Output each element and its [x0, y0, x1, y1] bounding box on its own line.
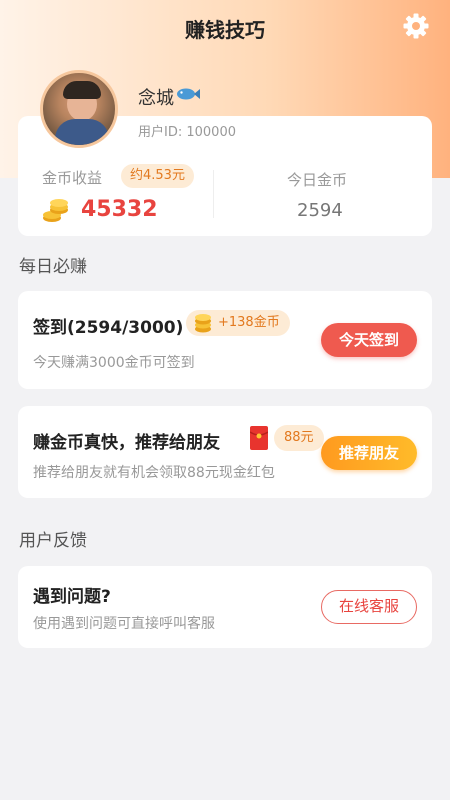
- red-packet-icon: [249, 426, 269, 450]
- checkin-title: 签到(2594/3000): [33, 318, 184, 338]
- section-title-feedback: 用户反馈: [19, 531, 87, 551]
- recommend-bonus-badge: 88元: [274, 425, 324, 451]
- checkin-button[interactable]: 今天签到: [321, 323, 417, 357]
- checkin-bonus-badge: +138金币: [186, 310, 290, 336]
- approx-value-badge: 约4.53元: [121, 164, 194, 188]
- recommend-card: 赚金币真快，推荐给朋友 88元 推荐给朋友就有机会领取88元现金红包 推荐朋友: [18, 406, 432, 498]
- recommend-button[interactable]: 推荐朋友: [321, 436, 417, 470]
- page-title: 赚钱技巧: [185, 18, 265, 42]
- coin-stack-icon: [192, 312, 214, 334]
- fish-icon: [176, 86, 200, 102]
- coin-stack-icon: [42, 196, 70, 224]
- coin-total: 45332: [81, 197, 158, 222]
- feedback-subtitle: 使用遇到问题可直接呼叫客服: [33, 616, 215, 632]
- section-title-daily: 每日必赚: [19, 257, 87, 277]
- feedback-title: 遇到问题?: [33, 587, 111, 607]
- checkin-bonus-text: +138金币: [218, 315, 280, 330]
- today-coins-label: 今日金币: [287, 171, 348, 189]
- user-id: 用户ID: 100000: [138, 125, 236, 140]
- stat-divider: [213, 170, 214, 218]
- recommend-title: 赚金币真快，推荐给朋友: [33, 433, 220, 453]
- feedback-card: 遇到问题? 使用遇到问题可直接呼叫客服 在线客服: [18, 566, 432, 648]
- customer-service-button[interactable]: 在线客服: [321, 590, 417, 624]
- coin-income-label: 金币收益: [42, 169, 103, 187]
- recommend-subtitle: 推荐给朋友就有机会领取88元现金红包: [33, 465, 275, 481]
- avatar[interactable]: [40, 70, 118, 148]
- user-name: 念城: [138, 88, 174, 109]
- checkin-subtitle: 今天赚满3000金币可签到: [33, 355, 195, 371]
- gear-icon[interactable]: [402, 12, 430, 40]
- today-coins-value: 2594: [297, 200, 343, 221]
- checkin-card: 签到(2594/3000) +138金币 今天赚满3000金币可签到 今天签到: [18, 291, 432, 389]
